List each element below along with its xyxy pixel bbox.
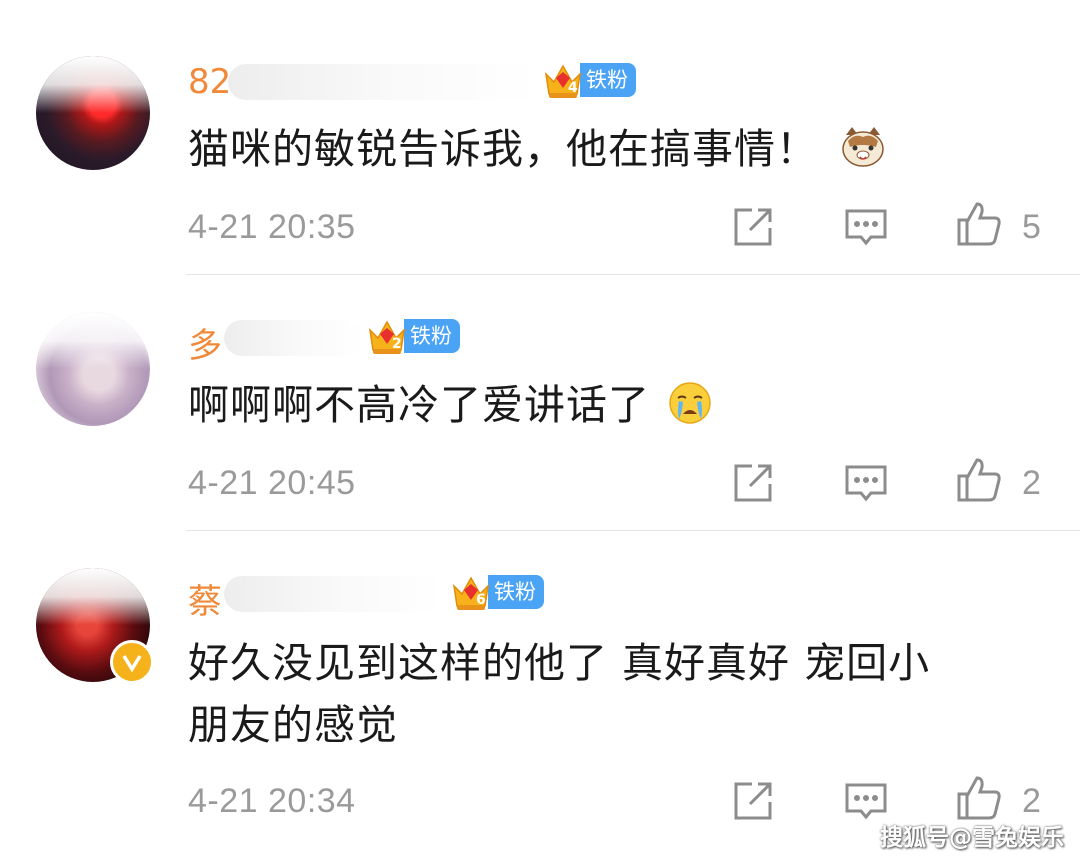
username-redacted: [224, 576, 444, 612]
comment-icon[interactable]: [843, 461, 889, 507]
fan-badge[interactable]: 6 铁粉: [450, 574, 544, 610]
cat-face-icon: [840, 125, 886, 182]
fan-tag: 铁粉: [580, 63, 636, 97]
username-redacted: [224, 320, 364, 356]
crown-icon: 2: [366, 316, 408, 356]
comment-timestamp: 4-21 20:45: [188, 464, 356, 502]
fan-tag: 铁粉: [404, 319, 460, 353]
comment-item: 82 4 铁粉 猫咪的敏锐告诉我，他在搞事情！ 4-21 20:35 5: [0, 0, 1080, 276]
comment-text: 猫咪的敏锐告诉我，他在搞事情！: [188, 122, 1048, 182]
like-icon[interactable]: [955, 200, 1001, 246]
comment-timestamp: 4-21 20:34: [188, 782, 356, 820]
like-count: 2: [1022, 782, 1041, 820]
comment-item: 多 2 铁粉 啊啊啊不高冷了爱讲话了 4-21 20:45 2: [0, 276, 1080, 532]
comment-text: 啊啊啊不高冷了爱讲话了: [188, 378, 1048, 438]
avatar[interactable]: [36, 56, 150, 170]
crying-face-icon: [668, 381, 712, 438]
fan-level: 6: [476, 592, 486, 608]
comment-text: 好久没见到这样的他了 真好真好 宠回小 朋友的感觉: [188, 639, 931, 749]
comment-timestamp: 4-21 20:35: [188, 208, 356, 246]
verified-badge-icon: [110, 640, 154, 684]
fan-level: 4: [568, 80, 578, 96]
like-count: 5: [1022, 208, 1041, 246]
fan-badge[interactable]: 2 铁粉: [366, 318, 460, 354]
username-redacted: [228, 64, 538, 100]
divider: [186, 274, 1080, 275]
username[interactable]: 82: [188, 62, 231, 102]
username[interactable]: 多: [188, 318, 222, 367]
share-icon[interactable]: [730, 204, 776, 250]
share-icon[interactable]: [730, 460, 776, 506]
crown-icon: 4: [542, 60, 584, 100]
comment-icon[interactable]: [843, 205, 889, 251]
divider: [186, 530, 1080, 531]
share-icon[interactable]: [730, 778, 776, 824]
avatar[interactable]: [36, 312, 150, 426]
like-icon[interactable]: [955, 774, 1001, 820]
fan-badge[interactable]: 4 铁粉: [542, 62, 636, 98]
fan-level: 2: [392, 336, 402, 352]
username[interactable]: 蔡: [188, 574, 222, 623]
like-count: 2: [1022, 464, 1041, 502]
fan-tag: 铁粉: [488, 575, 544, 609]
watermark: 搜狐号@雪兔娱乐: [880, 825, 1064, 851]
comment-item: 蔡 6 铁粉 好久没见到这样的他了 真好真好 宠回小 朋友的感觉 4-21 20…: [0, 532, 1080, 858]
like-icon[interactable]: [955, 456, 1001, 502]
crown-icon: 6: [450, 572, 492, 612]
